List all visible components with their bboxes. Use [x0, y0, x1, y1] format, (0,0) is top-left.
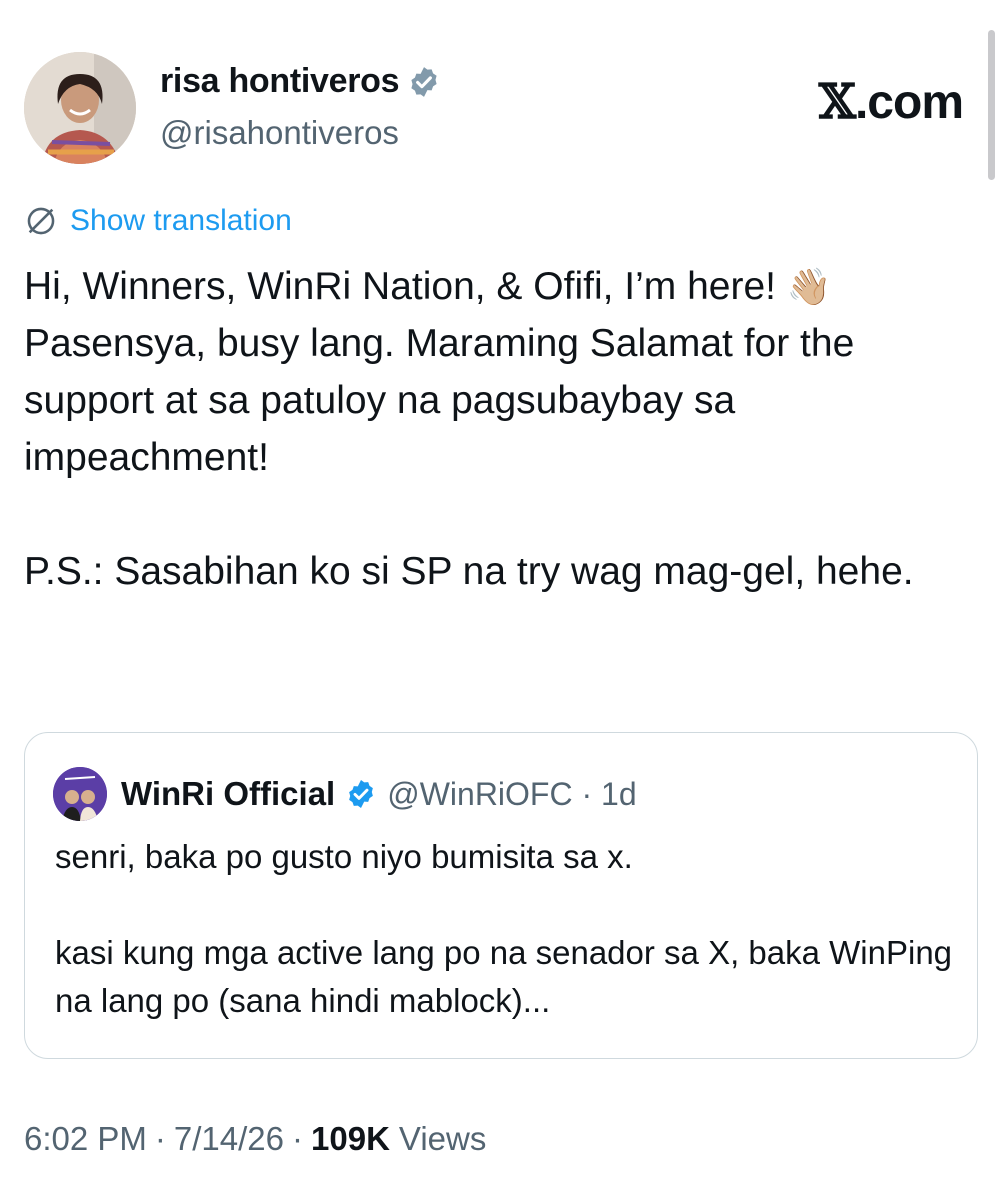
show-translation-label: Show translation — [70, 204, 292, 237]
meta-separator: · — [154, 1120, 166, 1157]
quoted-avatar-image-icon — [53, 767, 107, 821]
author-avatar[interactable] — [24, 52, 136, 164]
show-translation-link[interactable]: Show translation — [24, 204, 292, 238]
quoted-tweet-card[interactable]: WinRi Official @WinRiOFC · 1d senri, bak… — [24, 732, 978, 1059]
tweet-text-part1: Hi, Winners, WinRi Nation, & Ofifi, I’m … — [24, 265, 787, 308]
scrollbar[interactable] — [988, 30, 995, 180]
tweet-time[interactable]: 6:02 PM — [24, 1120, 147, 1158]
quoted-tweet-header: WinRi Official @WinRiOFC · 1d — [53, 767, 637, 821]
avatar-photo-icon — [24, 52, 136, 164]
verified-badge-icon — [411, 66, 437, 97]
views-label: Views — [398, 1120, 487, 1157]
quoted-display-name[interactable]: WinRi Official — [121, 775, 335, 813]
waving-hand-emoji: 👋🏼 — [786, 266, 832, 307]
author-display-name[interactable]: risa hontiveros — [160, 62, 400, 101]
quoted-handle-time[interactable]: @WinRiOFC · 1d — [387, 776, 636, 813]
brand-label: .com — [854, 76, 964, 129]
author-handle[interactable]: @risahontiveros — [160, 114, 399, 152]
quoted-verified-badge-icon — [349, 780, 374, 808]
x-com-logo: 𝕏.com — [818, 74, 964, 130]
meta-separator: · — [292, 1120, 304, 1157]
tweet-text-part2: Pasensya, busy lang. Maraming Salamat fo… — [24, 322, 914, 593]
quoted-author-avatar[interactable] — [53, 767, 107, 821]
globe-slash-icon — [27, 207, 55, 235]
tweet-header: risa hontiveros @risahontiveros 𝕏.com — [24, 52, 964, 172]
quoted-tweet-text: senri, baka po gusto niyo bumisita sa x.… — [55, 838, 953, 1019]
author-name-row: risa hontiveros — [160, 62, 441, 101]
tweet-text: Hi, Winners, WinRi Nation, & Ofifi, I’m … — [24, 258, 964, 600]
tweet-meta: 6:02 PM · 7/14/26 · 109K Views — [24, 1120, 486, 1158]
views-count[interactable]: 109K — [311, 1120, 390, 1158]
tweet-date[interactable]: 7/14/26 — [174, 1120, 284, 1158]
x-logo-icon: 𝕏 — [818, 74, 856, 130]
